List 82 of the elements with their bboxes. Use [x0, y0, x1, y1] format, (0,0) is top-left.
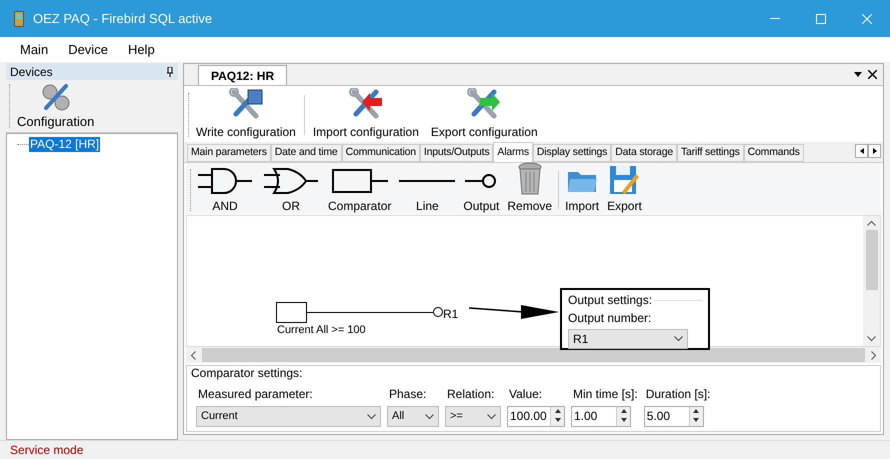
tool-button[interactable]: Remove: [503, 162, 556, 213]
and-gate-icon: [196, 166, 254, 196]
pin-icon[interactable]: [166, 66, 174, 76]
tree-item[interactable]: PAQ-12 [HR]: [29, 137, 100, 152]
toolbar-button[interactable]: Export configuration: [424, 88, 544, 139]
close-icon: [862, 14, 872, 24]
field-label: Phase:: [388, 386, 428, 403]
tool-button[interactable]: AND: [192, 166, 258, 213]
caret-down-icon: [674, 336, 683, 342]
right-triangle-icon: [872, 148, 876, 154]
tab[interactable]: Communication: [342, 144, 420, 162]
caret-down-icon: [425, 414, 434, 420]
left-chevron-icon: [190, 350, 196, 360]
menu-item[interactable]: Help: [120, 40, 163, 60]
output-label: R1: [443, 306, 458, 323]
status-text: Service mode: [10, 442, 84, 459]
close-icon[interactable]: [868, 70, 877, 79]
vertical-scrollbar[interactable]: [863, 216, 880, 346]
tab[interactable]: Main parameters: [187, 144, 271, 162]
spin-down-icon[interactable]: [693, 418, 700, 422]
tool-button[interactable]: Export: [603, 164, 646, 213]
menu-item[interactable]: Device: [60, 40, 116, 60]
tool-button[interactable]: Comparator: [324, 166, 396, 213]
tab[interactable]: Tariff settings: [676, 144, 744, 162]
tool-button[interactable]: Output: [459, 166, 504, 213]
toolbar-button[interactable]: Import configuration: [306, 88, 425, 139]
panel-title: Devices: [10, 64, 53, 80]
field-label: Measured parameter:: [197, 386, 314, 403]
field-label: Relation:: [446, 386, 496, 403]
rectangle-icon: [330, 166, 390, 196]
tool-button[interactable]: Import: [561, 166, 604, 213]
tab-scroll-right-button[interactable]: [868, 144, 881, 158]
horizontal-scrollbar[interactable]: [186, 347, 881, 363]
spin-up-icon[interactable]: [693, 409, 700, 413]
line-icon: [399, 180, 456, 182]
tool-button[interactable]: Line: [395, 166, 460, 213]
spin-up-icon[interactable]: [620, 409, 626, 413]
spin-down-icon[interactable]: [554, 418, 560, 422]
document-tab[interactable]: PAQ12: HR: [198, 65, 288, 85]
tool-button[interactable]: OR: [258, 166, 324, 213]
select-field[interactable]: All: [387, 406, 439, 427]
tab[interactable]: Date and time: [270, 144, 342, 162]
group-title: Comparator settings:: [191, 366, 304, 380]
left-triangle-icon: [860, 148, 864, 154]
menu-item[interactable]: Main: [12, 40, 56, 60]
spin-field[interactable]: 5.00: [644, 406, 704, 427]
dropdown-icon[interactable]: [854, 72, 862, 77]
tab[interactable]: Display settings: [532, 144, 612, 162]
trash-icon: [516, 162, 543, 196]
down-chevron-icon: [867, 336, 876, 342]
window-title: OEZ PAQ - Firebird SQL active: [33, 10, 212, 28]
group-title: Output settings:: [568, 292, 652, 309]
tab[interactable]: Alarms: [493, 142, 533, 162]
right-chevron-icon: [871, 350, 877, 360]
gears-wrench-icon: [40, 82, 72, 112]
spin-up-icon[interactable]: [554, 409, 560, 413]
comparator-label: Current All >= 100: [277, 323, 366, 338]
field-label: Duration [s]:: [644, 386, 710, 403]
caret-down-icon: [367, 414, 376, 420]
configuration-button[interactable]: Configuration: [11, 80, 100, 132]
or-gate-icon: [262, 166, 320, 196]
tab[interactable]: Data storage: [611, 144, 677, 162]
spin-field[interactable]: 1.00: [571, 406, 631, 427]
select-field[interactable]: >=: [445, 406, 501, 427]
caret-down-icon: [487, 414, 496, 420]
field-label: Value:: [508, 386, 544, 403]
tab-scroll-left-button[interactable]: [855, 144, 868, 158]
tab[interactable]: Inputs/Outputs: [420, 144, 494, 162]
toolbar-button[interactable]: Write configuration: [190, 88, 302, 139]
minimize-icon: [770, 18, 780, 19]
up-chevron-icon: [867, 220, 876, 226]
field-label: Output number:: [568, 310, 652, 327]
comparator-block[interactable]: [276, 302, 307, 323]
app-icon: [14, 10, 24, 26]
spin-field[interactable]: 100.00: [507, 406, 565, 427]
output-number-select[interactable]: R1: [568, 329, 688, 349]
select-field[interactable]: Current: [196, 406, 381, 427]
spin-down-icon[interactable]: [620, 418, 626, 422]
field-label: Min time [s]:: [572, 386, 638, 403]
maximize-icon: [816, 14, 826, 24]
tab[interactable]: Commands: [744, 144, 804, 162]
output-node[interactable]: [433, 307, 443, 317]
